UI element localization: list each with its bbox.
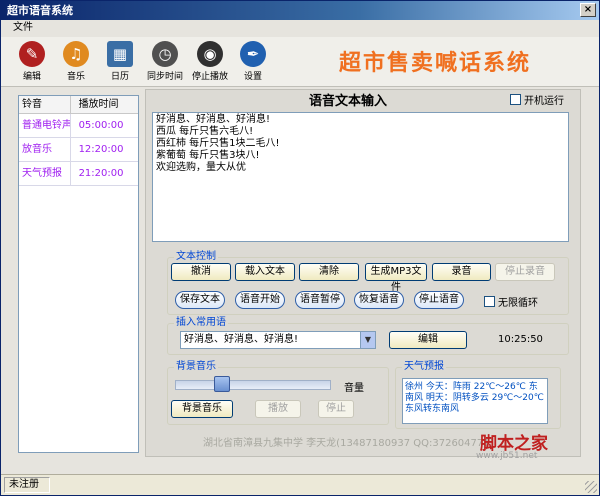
bgm-stop-button[interactable]: 停止 <box>318 400 354 418</box>
menu-bar: 文件 <box>1 20 599 36</box>
text-input-title: 语音文本输入 <box>309 94 388 109</box>
toolbar-music-button[interactable]: ♫ 音乐 <box>51 39 101 85</box>
edit-icon: ✎ <box>19 41 45 67</box>
infinite-loop-label: 无限循环 <box>498 298 538 309</box>
generate-mp3-button[interactable]: 生成MP3文件 <box>365 263 427 293</box>
autostart-checkbox[interactable]: 开机运行 <box>510 92 564 107</box>
volume-slider[interactable] <box>175 380 331 390</box>
title-bar: 超市语音系统 × <box>1 1 599 20</box>
schedule-time: 12:20:00 <box>78 144 124 155</box>
calendar-icon: ▦ <box>107 41 133 67</box>
clock-icon: ◷ <box>152 41 178 67</box>
app-heading: 超市售卖喊话系统 <box>339 51 532 76</box>
schedule-time: 21:20:00 <box>78 168 124 179</box>
toolbar-label: 编辑 <box>22 72 41 82</box>
column-header[interactable]: 播放时间 <box>71 96 138 113</box>
toolbar-label: 设置 <box>243 72 262 82</box>
group-label: 插入常用语 <box>174 317 228 329</box>
column-header[interactable]: 铃音 <box>19 96 71 113</box>
speech-resume-button[interactable]: 恢复语音 <box>354 291 404 309</box>
speech-text-area[interactable]: 好消息、好消息、好消息! 西瓜 每斤只售六毛八! 西红柿 每斤只售1块二毛八! … <box>152 112 569 242</box>
close-button[interactable]: × <box>580 3 596 17</box>
save-text-button[interactable]: 保存文本 <box>175 291 225 309</box>
bgm-select-button[interactable]: 背景音乐 <box>171 400 233 418</box>
chevron-down-icon[interactable]: ▼ <box>360 332 375 348</box>
schedule-name: 普通电铃声 <box>19 114 71 137</box>
group-label: 背景音乐 <box>174 361 218 373</box>
menu-file[interactable]: 文件 <box>13 22 33 33</box>
schedule-name: 放音乐 <box>19 138 71 161</box>
stop-icon: ◉ <box>197 41 223 67</box>
current-time: 10:25:50 <box>498 334 543 345</box>
site-url: www.jb51.net <box>476 451 538 461</box>
author-credit: 湖北省南漳县九集中学 李天龙(13487180937 QQ:372604771) <box>203 438 494 449</box>
schedule-row[interactable]: 普通电铃声 05:00:00 <box>19 114 138 138</box>
window-title: 超市语音系统 <box>7 4 73 17</box>
app-window: 超市语音系统 × 文件 ✎ 编辑 ♫ 音乐 ▦ 日历 ◷ 同步时间 ◉ 停止播放… <box>0 0 600 496</box>
phrase-edit-button[interactable]: 编辑 <box>389 331 467 349</box>
phrase-select[interactable]: 好消息、好消息、好消息! ▼ <box>180 331 376 349</box>
load-text-button[interactable]: 载入文本 <box>235 263 295 281</box>
schedule-row[interactable]: 放音乐 12:20:00 <box>19 138 138 162</box>
schedule-name: 天气预报 <box>19 162 71 185</box>
bgm-play-button[interactable]: 播放 <box>255 400 301 418</box>
schedule-row[interactable]: 天气预报 21:20:00 <box>19 162 138 186</box>
group-label: 天气预报 <box>402 361 446 373</box>
checkbox-box <box>510 94 521 105</box>
resize-grip-icon[interactable] <box>585 481 597 493</box>
schedule-header: 铃音 播放时间 <box>19 96 138 114</box>
schedule-time: 05:00:00 <box>78 120 124 131</box>
undo-button[interactable]: 撤消 <box>171 263 231 281</box>
record-button[interactable]: 录音 <box>432 263 491 281</box>
weather-forecast: 徐州 今天：阵雨 22℃～26℃ 东南风 明天：阴转多云 29℃～20℃ 东风转… <box>402 378 548 424</box>
toolbar-label: 音乐 <box>66 72 85 82</box>
speech-stop-button[interactable]: 停止语音 <box>414 291 464 309</box>
speech-pause-button[interactable]: 语音暂停 <box>295 291 345 309</box>
clear-button[interactable]: 清除 <box>299 263 359 281</box>
toolbar-calendar-button[interactable]: ▦ 日历 <box>95 39 145 85</box>
stop-record-button[interactable]: 停止录音 <box>495 263 555 281</box>
group-label: 文本控制 <box>174 251 218 263</box>
checkbox-box <box>484 296 495 307</box>
music-icon: ♫ <box>63 41 89 67</box>
toolbar-settings-button[interactable]: ✒ 设置 <box>228 39 278 85</box>
phrase-selected-value: 好消息、好消息、好消息! <box>184 334 299 345</box>
volume-label: 音量 <box>344 383 364 394</box>
volume-slider-thumb[interactable] <box>214 376 231 392</box>
speech-start-button[interactable]: 语音开始 <box>235 291 285 309</box>
status-bar: 未注册 <box>1 474 599 495</box>
status-text: 未注册 <box>4 477 50 493</box>
toolbar-label: 日历 <box>110 72 129 82</box>
schedule-list: 铃音 播放时间 普通电铃声 05:00:00 放音乐 12:20:00 天气预报… <box>18 95 139 453</box>
toolbar-edit-button[interactable]: ✎ 编辑 <box>7 39 57 85</box>
pen-icon: ✒ <box>240 41 266 67</box>
autostart-label: 开机运行 <box>524 96 564 107</box>
infinite-loop-checkbox[interactable]: 无限循环 <box>484 294 538 309</box>
